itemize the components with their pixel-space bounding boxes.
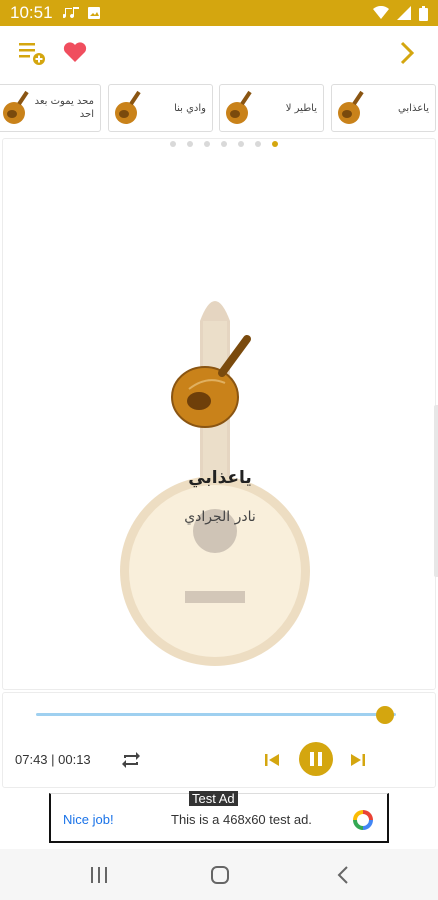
- oud-icon: [115, 90, 141, 124]
- playlist-item-label: محد يموت بعد احد: [34, 96, 94, 120]
- pause-icon: [310, 752, 322, 766]
- system-icons: [373, 5, 428, 21]
- playlist-item[interactable]: ياعذابي: [331, 84, 436, 132]
- side-drawer-handle[interactable]: [434, 405, 438, 577]
- playlist-item[interactable]: ياطير لا: [219, 84, 324, 132]
- playlist-item[interactable]: وادي بنا: [108, 84, 213, 132]
- pager-dot-active[interactable]: [272, 141, 278, 147]
- chevron-right-icon[interactable]: [398, 40, 416, 66]
- pager-dot[interactable]: [255, 141, 261, 147]
- notification-icons: [62, 6, 101, 20]
- queue-add-icon[interactable]: [18, 40, 46, 66]
- ad-headline: Nice job!: [63, 812, 114, 827]
- pager-dot[interactable]: [238, 141, 244, 147]
- seek-thumb[interactable]: [376, 706, 395, 724]
- skip-next-icon[interactable]: [349, 751, 367, 769]
- battery-icon: [419, 5, 428, 21]
- pager-dot[interactable]: [204, 141, 210, 147]
- pager-dot[interactable]: [170, 141, 176, 147]
- playlist-item-label: وادي بنا: [174, 102, 206, 114]
- oud-icon: [338, 90, 364, 124]
- music-notification-icon: [62, 7, 79, 19]
- toolbar: [0, 26, 438, 80]
- pager-dot[interactable]: [221, 141, 227, 147]
- pager-dots: [170, 141, 278, 147]
- signal-icon: [397, 6, 411, 20]
- player-controls: 07:43 | 00:13: [2, 692, 436, 788]
- skip-previous-icon[interactable]: [263, 751, 281, 769]
- status-bar: 10:51: [0, 0, 438, 26]
- ad-message: This is a 468x60 test ad.: [171, 812, 312, 827]
- repeat-icon[interactable]: [120, 749, 142, 771]
- pager-dot[interactable]: [187, 141, 193, 147]
- oud-icon: [226, 90, 252, 124]
- wifi-icon: [373, 6, 389, 19]
- playlist-item-label: ياطير لا: [285, 102, 317, 114]
- status-time: 10:51: [10, 3, 53, 22]
- now-playing-card: ياعذابي نادر الجرادي: [2, 138, 436, 690]
- ad-banner[interactable]: Test Ad Nice job! This is a 468x60 test …: [49, 791, 389, 843]
- oud-icon: [3, 90, 29, 124]
- oud-artwork: [171, 335, 251, 428]
- image-notification-icon: [87, 7, 100, 19]
- ad-logo-icon[interactable]: [351, 808, 375, 832]
- playlist-item[interactable]: محد يموت بعد احد: [0, 84, 101, 132]
- pause-button[interactable]: [299, 742, 333, 776]
- song-artist: نادر الجرادي: [184, 509, 256, 525]
- system-nav-bar: [0, 849, 438, 900]
- heart-icon[interactable]: [62, 40, 88, 64]
- playlist-strip: ياعذابي ياطير لا وادي بنا محد يموت بعد ا…: [0, 82, 438, 134]
- home-icon[interactable]: [209, 864, 231, 886]
- time-readout: 07:43 | 00:13: [15, 752, 91, 767]
- ad-tag: Test Ad: [189, 791, 238, 806]
- playlist-item-label: ياعذابي: [398, 102, 429, 114]
- back-icon[interactable]: [333, 864, 355, 886]
- recents-icon[interactable]: [88, 864, 110, 886]
- seek-bar[interactable]: [36, 713, 396, 716]
- song-title: ياعذابي: [188, 468, 252, 488]
